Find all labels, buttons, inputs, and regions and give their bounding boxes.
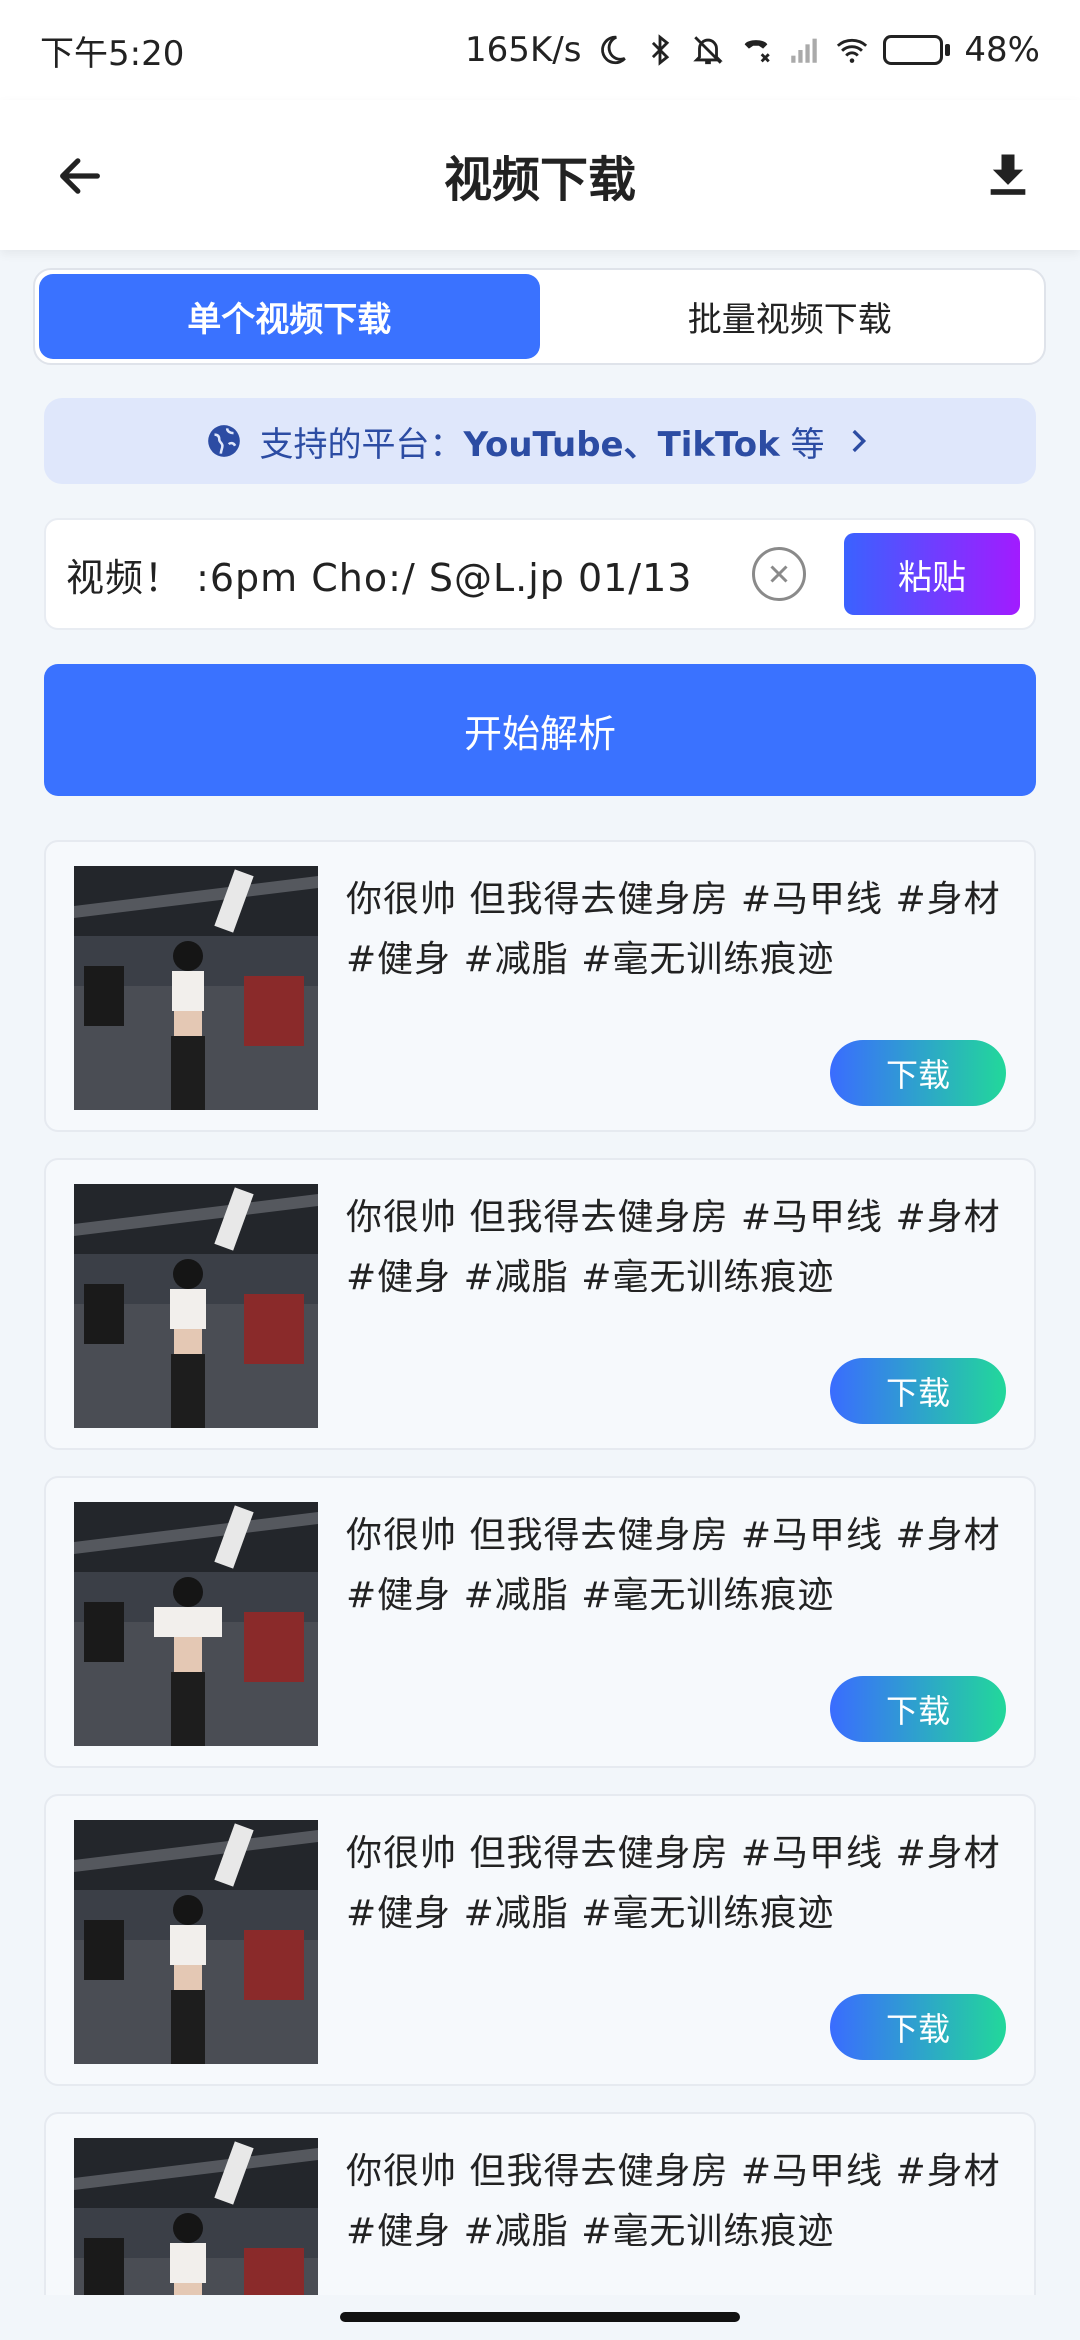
downloads-button[interactable] [976, 142, 1040, 206]
battery-icon [883, 35, 951, 65]
call-icon [739, 33, 773, 67]
close-icon [770, 565, 788, 583]
battery-percent: 48% [964, 30, 1040, 70]
mute-icon [691, 33, 725, 67]
wifi-icon [835, 33, 869, 67]
app-bar: 视频下载 [0, 100, 1080, 250]
bluetooth-icon [643, 33, 677, 67]
moon-icon [595, 33, 629, 67]
back-button[interactable] [48, 144, 112, 208]
download-button[interactable]: 下载 [830, 1040, 1006, 1106]
start-parse-button[interactable]: 开始解析 [44, 664, 1036, 796]
result-card: 你很帅 但我得去健身房 #马甲线 #身材 #健身 #减脂 #毫无训练痕迹 下载 [44, 1794, 1036, 2086]
tab-single-download[interactable]: 单个视频下载 [39, 274, 540, 359]
video-thumbnail[interactable] [74, 2138, 318, 2295]
video-thumbnail[interactable] [74, 866, 318, 1110]
results-list: 你很帅 但我得去健身房 #马甲线 #身材 #健身 #减脂 #毫无训练痕迹 下载 … [44, 840, 1036, 2295]
arrow-left-icon [60, 158, 100, 194]
video-thumbnail[interactable] [74, 1184, 318, 1428]
supported-platforms-banner[interactable]: 支持的平台：YouTube、TikTok 等 [44, 398, 1036, 484]
result-card: 你很帅 但我得去健身房 #马甲线 #身材 #健身 #减脂 #毫无训练痕迹 下载 [44, 1158, 1036, 1450]
paste-button[interactable]: 粘贴 [844, 533, 1020, 615]
video-description: 你很帅 但我得去健身房 #马甲线 #身材 #健身 #减脂 #毫无训练痕迹 [346, 2151, 1001, 2252]
download-button[interactable]: 下载 [830, 1358, 1006, 1424]
platforms-names: YouTube、TikTok [463, 424, 780, 465]
tab-batch-download[interactable]: 批量视频下载 [540, 274, 1041, 359]
download-mode-tabs: 单个视频下载 批量视频下载 [33, 268, 1046, 365]
download-icon [990, 154, 1026, 195]
video-description: 你很帅 但我得去健身房 #马甲线 #身材 #健身 #减脂 #毫无训练痕迹 [346, 1197, 1001, 1298]
video-thumbnail[interactable] [74, 1820, 318, 2064]
result-card: 你很帅 但我得去健身房 #马甲线 #身材 #健身 #减脂 #毫无训练痕迹 下载 [44, 840, 1036, 1132]
result-card: 你很帅 但我得去健身房 #马甲线 #身材 #健身 #减脂 #毫无训练痕迹 下载 [44, 1476, 1036, 1768]
globe-icon [208, 425, 241, 457]
platforms-suffix: 等 [790, 424, 825, 465]
video-description: 你很帅 但我得去健身房 #马甲线 #身材 #健身 #减脂 #毫无训练痕迹 [346, 879, 1001, 980]
clear-button[interactable] [752, 547, 806, 601]
video-description: 你很帅 但我得去健身房 #马甲线 #身材 #健身 #减脂 #毫无训练痕迹 [346, 1833, 1001, 1934]
result-card: 你很帅 但我得去健身房 #马甲线 #身材 #健身 #减脂 #毫无训练痕迹 下载 [44, 2112, 1036, 2295]
video-description: 你很帅 但我得去健身房 #马甲线 #身材 #健身 #减脂 #毫无训练痕迹 [346, 1515, 1001, 1616]
signal-icon [787, 33, 821, 67]
status-time: 下午5:20 [40, 33, 185, 74]
chevron-right-icon [852, 429, 866, 453]
video-thumbnail[interactable] [74, 1502, 318, 1746]
status-icons: 165K/s 48% [465, 30, 1040, 70]
page-title: 视频下载 [443, 152, 636, 208]
status-bar: 下午5:20 165K/s 48% [0, 0, 1080, 100]
platforms-prefix: 支持的平台： [259, 424, 464, 465]
url-input-row: 粘贴 [44, 518, 1036, 630]
home-indicator[interactable] [340, 2312, 740, 2322]
download-button[interactable]: 下载 [830, 1676, 1006, 1742]
network-speed: 165K/s [465, 30, 582, 70]
url-input[interactable] [46, 520, 732, 628]
download-button[interactable]: 下载 [830, 1994, 1006, 2060]
